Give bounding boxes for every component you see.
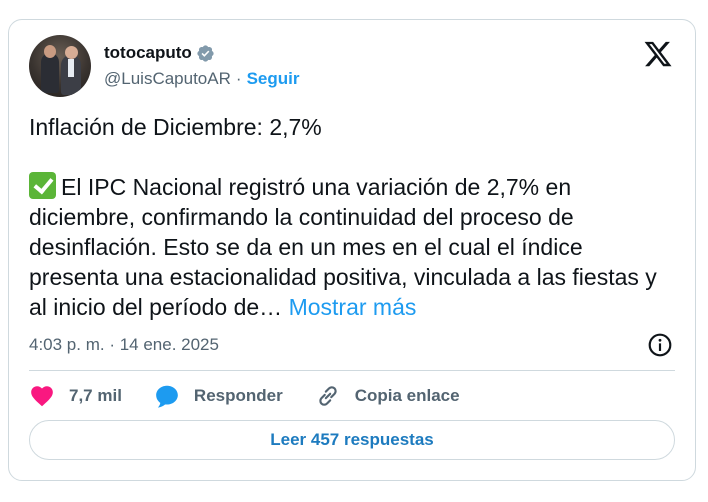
like-button[interactable]: 7,7 mil (29, 383, 122, 409)
divider (29, 370, 675, 371)
check-mark-icon (29, 172, 56, 199)
author-name-row: totocaputo (104, 43, 215, 63)
verified-badge-icon (197, 44, 214, 62)
tweet-headline: Inflación de Diciembre: 2,7% (29, 114, 322, 140)
avatar[interactable] (29, 35, 91, 97)
show-more-link[interactable]: Mostrar más (289, 294, 417, 320)
author-handle-row: @LuisCaputoAR · Seguir (104, 69, 299, 89)
copy-link-label: Copia enlace (354, 386, 460, 405)
author-name[interactable]: totocaputo (104, 43, 192, 63)
reply-button[interactable]: Responder (154, 383, 283, 409)
tweet-card: totocaputo @LuisCaputoAR · Seguir Inflac… (8, 19, 696, 481)
author-handle[interactable]: @LuisCaputoAR (104, 69, 231, 89)
action-bar: 7,7 mil Responder Copia enlace (29, 380, 492, 412)
follow-button[interactable]: Seguir (247, 69, 300, 89)
tweet-text: Inflación de Diciembre: 2,7% El IPC Naci… (29, 112, 669, 322)
info-icon[interactable] (647, 332, 673, 358)
x-logo-icon[interactable] (643, 39, 673, 69)
tweet-header: totocaputo @LuisCaputoAR · Seguir (29, 35, 675, 97)
reply-label: Responder (193, 386, 283, 405)
like-count: 7,7 mil (69, 386, 122, 405)
heart-icon (31, 386, 53, 407)
copy-link-button[interactable]: Copia enlace (315, 383, 460, 409)
tweet-timestamp[interactable]: 4:03 p. m. · 14 ene. 2025 (29, 335, 219, 355)
reply-bubble-icon (156, 385, 178, 408)
separator-dot: · (235, 69, 242, 88)
read-replies-button[interactable]: Leer 457 respuestas (29, 420, 675, 460)
link-icon (319, 386, 337, 406)
